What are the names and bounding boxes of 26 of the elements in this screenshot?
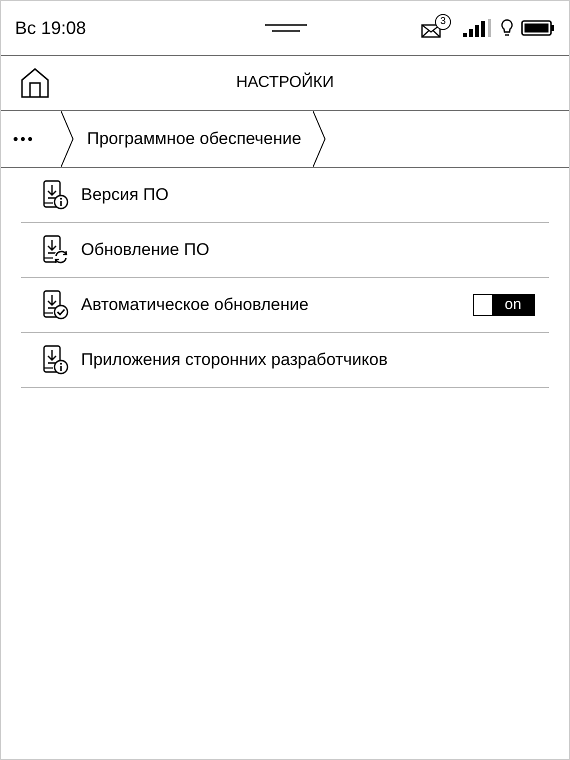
page-title: НАСТРОЙКИ: [235, 74, 335, 92]
breadcrumb-separator-icon: [313, 111, 328, 167]
settings-item[interactable]: Приложения сторонних разработчиков: [21, 333, 549, 388]
battery-icon: [521, 20, 555, 36]
pull-down-handle-icon[interactable]: [265, 23, 307, 33]
check-document-icon: [41, 290, 69, 320]
mail-count-badge: 3: [435, 14, 451, 30]
clock-time: Вс 19:08: [15, 18, 86, 38]
update-document-icon: [41, 235, 69, 265]
settings-item-label: Версия ПО: [81, 185, 170, 205]
breadcrumb-separator-icon: [61, 111, 75, 167]
mail-icon[interactable]: [421, 24, 441, 38]
settings-item[interactable]: Автоматическое обновление on: [21, 278, 549, 333]
settings-item[interactable]: Версия ПО: [21, 168, 549, 223]
home-icon[interactable]: [21, 68, 49, 98]
breadcrumb-more-button[interactable]: •••: [1, 130, 61, 148]
settings-item-label: Автоматическое обновление: [81, 295, 310, 315]
settings-item-label: Обновление ПО: [81, 240, 210, 260]
info-document-icon: [41, 345, 69, 375]
settings-item[interactable]: Обновление ПО: [21, 223, 549, 278]
signal-icon: [463, 19, 493, 37]
breadcrumb-item[interactable]: Программное обеспечение: [75, 129, 314, 149]
lightbulb-icon: [501, 19, 513, 37]
settings-item-label: Приложения сторонних разработчиков: [81, 350, 389, 370]
toggle-switch[interactable]: on: [473, 294, 535, 316]
info-document-icon: [41, 180, 69, 210]
